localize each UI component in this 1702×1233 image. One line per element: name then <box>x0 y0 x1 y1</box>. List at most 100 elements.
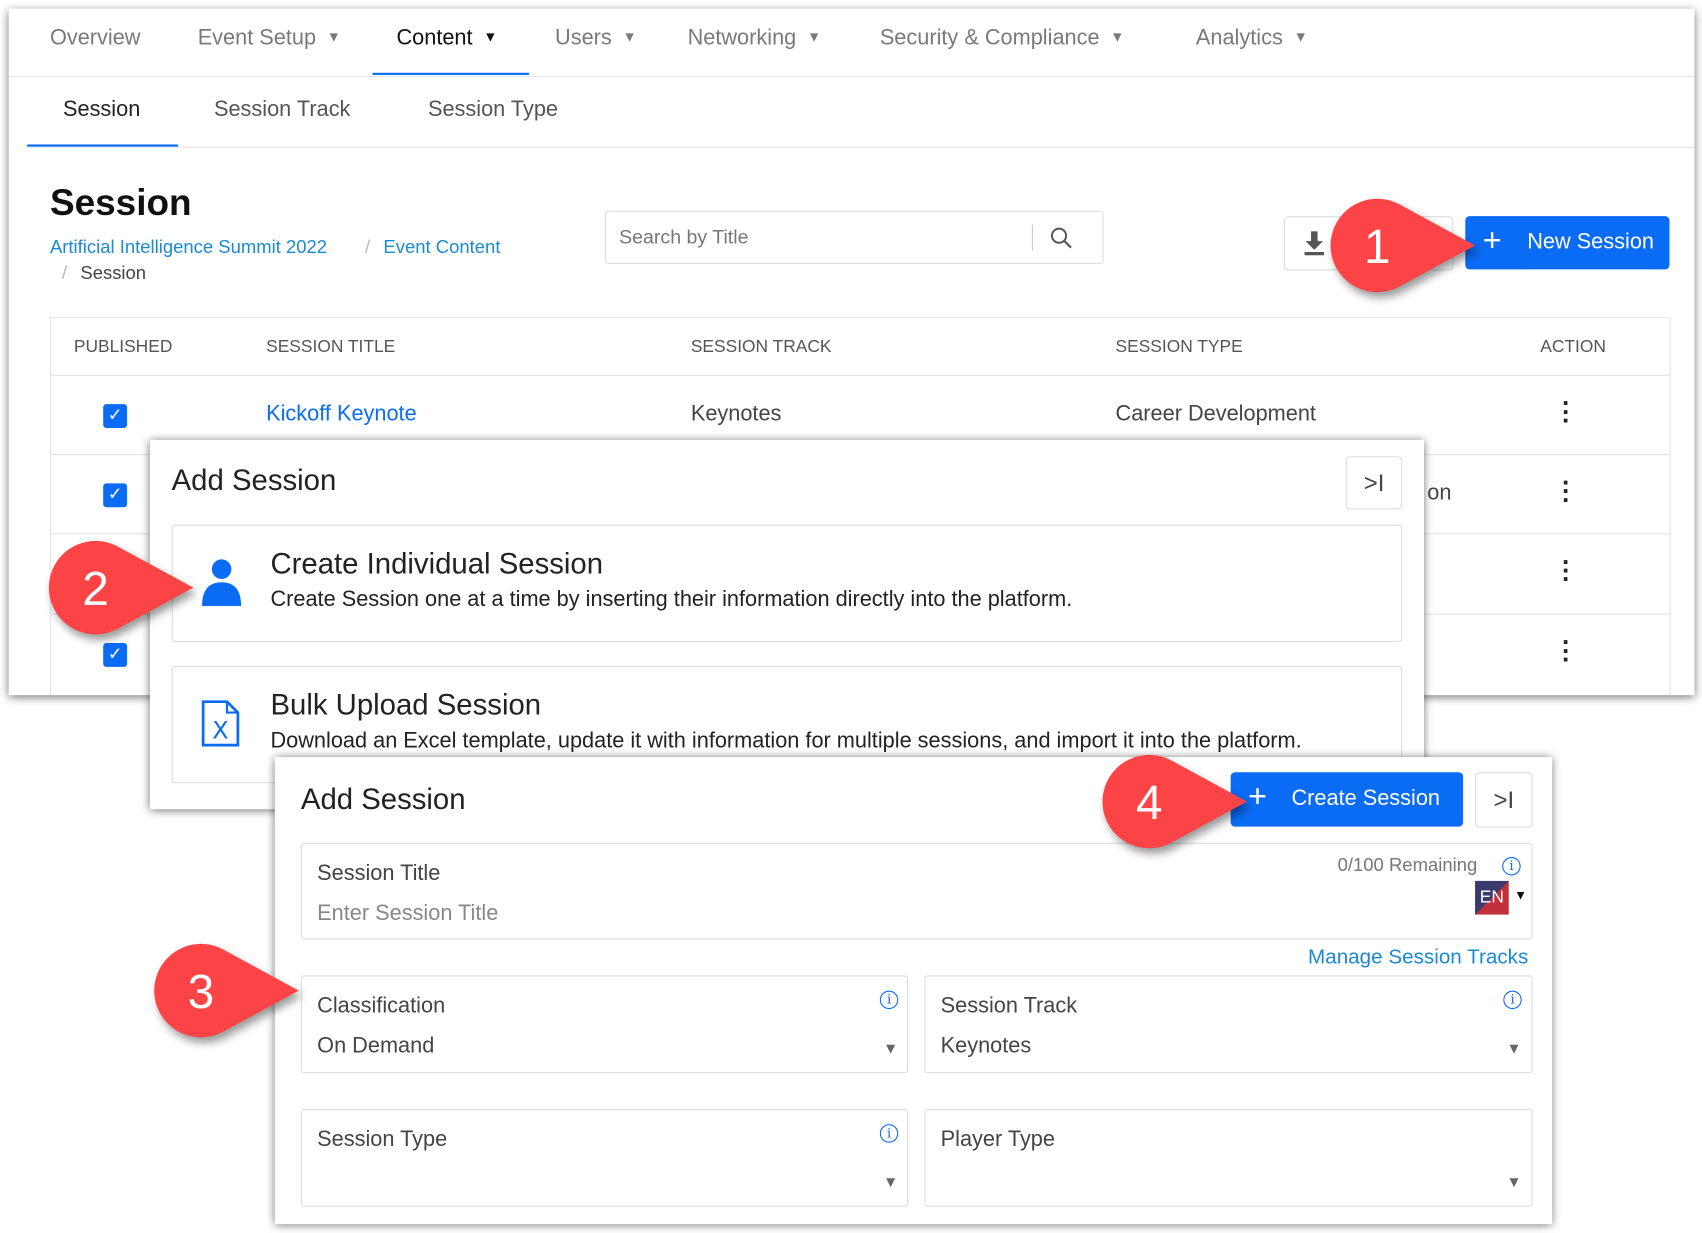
nav-label: Content <box>396 26 473 50</box>
field-label: Session Track <box>940 993 1078 1018</box>
nav-label: Overview <box>49 26 141 50</box>
top-nav: Overview Event Setup ▼ Content ▼ Users ▼ Ne… <box>8 9 1695 78</box>
search-input[interactable]: Search by Title <box>605 210 1104 264</box>
breadcrumb-separator: / <box>364 236 371 258</box>
breadcrumb-current: Session <box>80 262 147 284</box>
collapse-panel-button[interactable]: >I <box>1475 772 1533 828</box>
col-action: ACTION <box>1540 337 1606 357</box>
field-value: On Demand <box>317 1034 435 1058</box>
form-title: Add Session <box>300 783 466 816</box>
session-track: Keynotes <box>690 401 782 426</box>
col-session-type: SESSION TYPE <box>1115 337 1243 357</box>
col-session-track: SESSION TRACK <box>690 337 832 357</box>
session-title-field[interactable]: Session Title Enter Session Title 0/100 … <box>300 842 1533 940</box>
nav-overview[interactable]: Overview <box>50 26 141 51</box>
svg-text:X: X <box>212 717 228 745</box>
caret-down-icon: ▼ <box>326 28 341 45</box>
dropdown-arrow-icon: ▼ <box>883 1173 899 1191</box>
dropdown-arrow-icon: ▼ <box>1506 1173 1522 1191</box>
collapse-panel-button[interactable]: >I <box>1345 456 1403 510</box>
menu-title: Add Session <box>171 463 337 497</box>
field-label: Session Type <box>317 1127 448 1152</box>
more-actions-icon[interactable]: · · · <box>1561 470 1572 513</box>
session-type: on <box>1427 481 1452 506</box>
callout-number: 2 <box>82 563 109 616</box>
plus-icon: + <box>1482 222 1502 259</box>
callout-number: 4 <box>1136 777 1163 830</box>
active-tab-indicator <box>27 144 179 147</box>
session-title-link[interactable]: Kickoff Keynote <box>266 402 417 427</box>
create-session-label: Create Session <box>1291 786 1441 811</box>
session-track-select[interactable]: Session Track Keynotes i ▼ <box>924 975 1533 1074</box>
new-session-label: New Session <box>1527 230 1654 255</box>
caret-down-icon: ▼ <box>807 28 822 45</box>
published-checkbox[interactable]: ✓ <box>103 483 128 508</box>
breadcrumb-event-content[interactable]: Event Content <box>383 237 500 259</box>
info-icon[interactable]: i <box>879 990 899 1010</box>
language-code: EN <box>1479 888 1504 907</box>
option-title: Bulk Upload Session <box>270 688 542 722</box>
info-icon[interactable]: i <box>1502 857 1521 876</box>
col-session-title: SESSION TITLE <box>266 337 396 357</box>
col-published: PUBLISHED <box>73 337 173 357</box>
page-title: Session <box>49 182 192 224</box>
callout-2: 2 <box>48 540 194 635</box>
person-icon <box>202 559 242 607</box>
session-title-input[interactable]: Enter Session Title <box>317 902 498 927</box>
search-icon[interactable] <box>1049 226 1073 250</box>
dropdown-arrow-icon: ▼ <box>1506 1039 1522 1057</box>
option-title: Create Individual Session <box>270 547 604 581</box>
nav-label: Security & Compliance <box>879 26 1100 50</box>
download-icon <box>1304 231 1325 256</box>
info-icon[interactable]: i <box>1503 990 1522 1010</box>
nav-users[interactable]: Users ▼ <box>555 26 637 51</box>
breadcrumb-event[interactable]: Artificial Intelligence Summit 2022 <box>50 237 327 259</box>
active-nav-indicator <box>372 72 529 75</box>
breadcrumb-separator: / <box>61 262 68 284</box>
add-session-form: Add Session + Create Session >I Session … <box>274 757 1553 1225</box>
option-description: Create Session one at a time by insertin… <box>270 587 1073 612</box>
manage-session-tracks-link[interactable]: Manage Session Tracks <box>1308 946 1528 970</box>
callout-4: 4 <box>1102 754 1247 849</box>
tab-session-track[interactable]: Session Track <box>214 98 350 123</box>
nav-label: Users <box>555 26 612 50</box>
player-type-select[interactable]: Player Type ▼ <box>924 1109 1533 1207</box>
language-flag[interactable]: EN <box>1475 880 1509 915</box>
nav-content[interactable]: Content ▼ <box>396 26 497 51</box>
new-session-button[interactable]: + New Session <box>1465 216 1670 270</box>
nav-label: Event Setup <box>197 26 317 50</box>
search-placeholder: Search by Title <box>619 225 749 248</box>
field-label: Classification <box>317 993 446 1018</box>
caret-down-icon: ▼ <box>622 28 637 45</box>
session-type: Career Development <box>1115 401 1316 426</box>
published-checkbox[interactable]: ✓ <box>103 404 128 428</box>
caret-down-icon: ▼ <box>483 28 498 45</box>
more-actions-icon[interactable]: · · · <box>1561 390 1572 433</box>
more-actions-icon[interactable]: · · · <box>1561 629 1572 672</box>
nav-label: Networking <box>687 26 797 50</box>
sub-tabs: Session Session Track Session Type <box>26 76 1695 148</box>
field-label: Player Type <box>940 1127 1055 1152</box>
info-icon[interactable]: i <box>879 1124 899 1143</box>
nav-networking[interactable]: Networking ▼ <box>688 26 822 51</box>
tab-session-type[interactable]: Session Type <box>428 98 558 123</box>
field-label: Session Title <box>317 861 441 886</box>
nav-label: Analytics <box>1195 26 1283 50</box>
caret-down-icon: ▼ <box>1293 28 1308 45</box>
callout-3: 3 <box>154 943 299 1038</box>
caret-down-icon: ▼ <box>1110 28 1125 45</box>
more-actions-icon[interactable]: · · · <box>1561 549 1572 592</box>
remaining-count: 0/100 Remaining <box>1337 854 1478 876</box>
published-checkbox[interactable]: ✓ <box>103 643 128 667</box>
classification-select[interactable]: Classification On Demand i ▼ <box>300 975 909 1074</box>
nav-analytics[interactable]: Analytics ▼ <box>1196 26 1308 51</box>
tab-session[interactable]: Session <box>63 98 140 123</box>
nav-security-compliance[interactable]: Security & Compliance ▼ <box>880 26 1125 51</box>
divider <box>1031 224 1033 251</box>
create-individual-session-option[interactable]: Create Individual Session Create Session… <box>171 524 1403 642</box>
caret-down-icon[interactable]: ▼ <box>1514 887 1527 902</box>
dropdown-arrow-icon: ▼ <box>883 1039 899 1057</box>
session-type-select[interactable]: Session Type i ▼ <box>300 1109 909 1207</box>
nav-event-setup[interactable]: Event Setup ▼ <box>198 26 341 51</box>
create-session-button[interactable]: + Create Session <box>1230 772 1464 827</box>
